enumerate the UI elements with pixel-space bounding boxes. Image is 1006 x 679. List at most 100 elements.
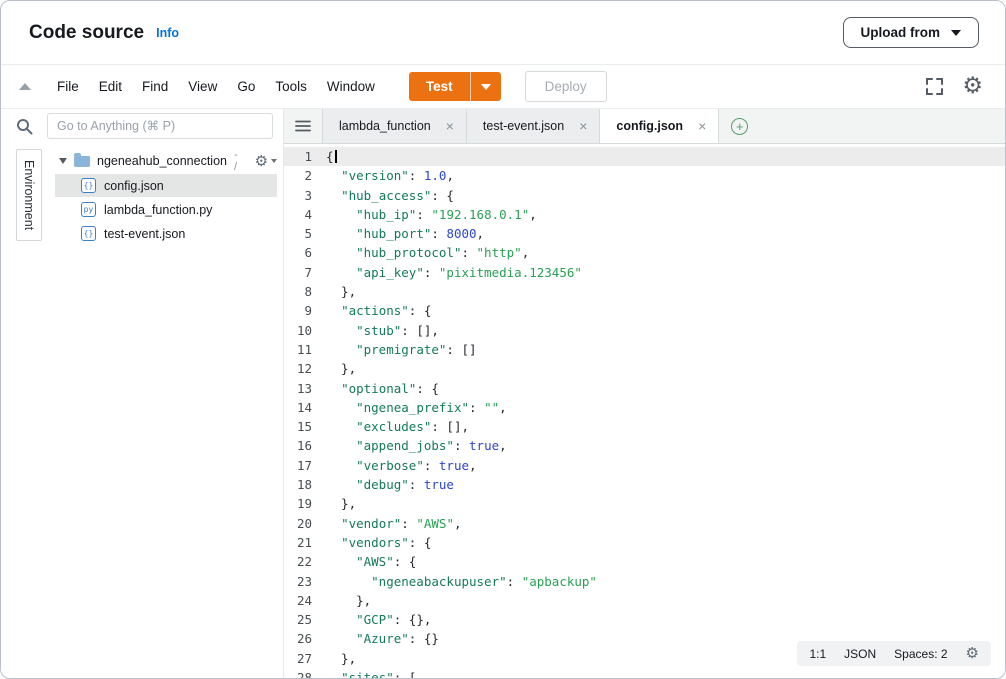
code-text: "excludes": [], [326, 417, 469, 436]
goto-anything-input[interactable] [47, 113, 273, 139]
code-line-11[interactable]: 11 "premigrate": [] [284, 340, 1005, 359]
code-line-2[interactable]: 2 "version": 1.0, [284, 166, 1005, 185]
tree-file-lambda_function.py[interactable]: pylambda_function.py [55, 198, 277, 221]
tabbar: lambda_function×test-event.json×config.j… [284, 109, 1005, 144]
menu-file[interactable]: File [47, 72, 89, 101]
gear-icon: ⚙ [255, 154, 268, 169]
editor-settings-gear-icon[interactable]: ⚙ [966, 646, 979, 661]
file-tree-list: {}config.jsonpylambda_function.py{}test-… [47, 174, 277, 245]
code-line-25[interactable]: 25 "GCP": {}, [284, 610, 1005, 629]
code-line-8[interactable]: 8 }, [284, 282, 1005, 301]
test-button[interactable]: Test [409, 72, 501, 101]
code-text: "verbose": true, [326, 456, 477, 475]
code-line-19[interactable]: 19 }, [284, 494, 1005, 513]
code-line-4[interactable]: 4 "hub_ip": "192.168.0.1", [284, 205, 1005, 224]
file-py-icon: py [81, 202, 96, 217]
tab-test-event.json[interactable]: test-event.json × [467, 109, 600, 143]
line-number: 8 [284, 282, 326, 301]
test-button-label[interactable]: Test [409, 72, 470, 101]
folder-icon [74, 156, 90, 167]
code-line-6[interactable]: 6 "hub_protocol": "http", [284, 243, 1005, 262]
editor-tabs: lambda_function×test-event.json×config.j… [322, 109, 719, 143]
settings-gear-icon[interactable]: ⚙ [962, 75, 983, 98]
code-text: "hub_access": { [326, 186, 454, 205]
tree-file-test-event.json[interactable]: {}test-event.json [55, 222, 277, 245]
menu-edit[interactable]: Edit [89, 72, 132, 101]
fullscreen-icon[interactable] [925, 77, 944, 96]
chevron-down-icon[interactable] [59, 158, 67, 164]
line-number: 3 [284, 186, 326, 205]
tree-folder-row[interactable]: ngeneahub_connection - / ⚙ [47, 149, 277, 173]
menubar: FileEditFindViewGoToolsWindow Test Deplo… [1, 65, 1005, 109]
code-line-13[interactable]: 13 "optional": { [284, 379, 1005, 398]
collapse-editor-icon[interactable] [19, 83, 31, 90]
cursor-position[interactable]: 1:1 [809, 647, 826, 661]
code-text: "vendor": "AWS", [326, 514, 462, 533]
code-line-23[interactable]: 23 "ngeneabackupuser": "apbackup" [284, 572, 1005, 591]
test-dropdown-button[interactable] [470, 72, 501, 101]
code-line-20[interactable]: 20 "vendor": "AWS", [284, 514, 1005, 533]
chevron-down-icon [951, 30, 961, 36]
folder-settings-button[interactable]: ⚙ [255, 154, 277, 169]
tab-list-icon[interactable] [284, 109, 322, 143]
menu-window[interactable]: Window [317, 72, 385, 101]
code-text: { [326, 147, 337, 166]
code-line-17[interactable]: 17 "verbose": true, [284, 456, 1005, 475]
code-line-3[interactable]: 3 "hub_access": { [284, 186, 1005, 205]
code-editor[interactable]: 1{2 "version": 1.0,3 "hub_access": {4 "h… [284, 144, 1005, 678]
close-tab-icon[interactable]: × [446, 118, 454, 134]
file-name: config.json [104, 179, 164, 193]
menu-go[interactable]: Go [227, 72, 265, 101]
line-number: 11 [284, 340, 326, 359]
close-tab-icon[interactable]: × [579, 118, 587, 134]
tab-lambda_function[interactable]: lambda_function× [322, 109, 467, 143]
line-number: 26 [284, 629, 326, 648]
indentation-setting[interactable]: Spaces: 2 [894, 647, 947, 661]
code-line-28[interactable]: 28 "sites": [ [284, 668, 1005, 678]
close-tab-icon[interactable]: × [698, 118, 706, 134]
code-text: }, [326, 494, 356, 513]
new-tab-icon[interactable]: + [731, 118, 748, 135]
code-line-15[interactable]: 15 "excludes": [], [284, 417, 1005, 436]
code-lines: 1{2 "version": 1.0,3 "hub_access": {4 "h… [284, 147, 1005, 678]
menu-view[interactable]: View [178, 72, 227, 101]
menu-tools[interactable]: Tools [265, 72, 317, 101]
upload-from-button[interactable]: Upload from [843, 17, 980, 48]
search-icon[interactable] [1, 118, 47, 135]
tab-config.json[interactable]: config.json× [600, 109, 719, 143]
line-number: 6 [284, 243, 326, 262]
folder-path: - / [234, 149, 238, 173]
language-mode[interactable]: JSON [844, 647, 876, 661]
code-text: "hub_ip": "192.168.0.1", [326, 205, 537, 224]
menu-find[interactable]: Find [132, 72, 178, 101]
code-line-9[interactable]: 9 "actions": { [284, 301, 1005, 320]
code-line-10[interactable]: 10 "stub": [], [284, 321, 1005, 340]
sidebar-body: Environment ngeneahub_connection - / ⚙ {… [1, 143, 283, 678]
code-text: "GCP": {}, [326, 610, 431, 629]
code-text: }, [326, 591, 371, 610]
line-number: 16 [284, 436, 326, 455]
code-line-14[interactable]: 14 "ngenea_prefix": "", [284, 398, 1005, 417]
code-text: "hub_protocol": "http", [326, 243, 529, 262]
code-line-12[interactable]: 12 }, [284, 359, 1005, 378]
line-number: 27 [284, 649, 326, 668]
code-line-22[interactable]: 22 "AWS": { [284, 552, 1005, 571]
code-line-1[interactable]: 1{ [284, 147, 1005, 166]
line-number: 22 [284, 552, 326, 571]
environment-tab[interactable]: Environment [16, 149, 42, 241]
code-line-7[interactable]: 7 "api_key": "pixitmedia.123456" [284, 263, 1005, 282]
line-number: 15 [284, 417, 326, 436]
code-text: "ngeneabackupuser": "apbackup" [326, 572, 597, 591]
info-link[interactable]: Info [156, 26, 179, 40]
code-line-24[interactable]: 24 }, [284, 591, 1005, 610]
tree-file-config.json[interactable]: {}config.json [55, 174, 277, 197]
code-line-5[interactable]: 5 "hub_port": 8000, [284, 224, 1005, 243]
deploy-button[interactable]: Deploy [525, 71, 607, 102]
tab-label: test-event.json [483, 119, 564, 133]
code-line-18[interactable]: 18 "debug": true [284, 475, 1005, 494]
file-json-icon: {} [81, 226, 96, 241]
line-number: 17 [284, 456, 326, 475]
upload-from-label: Upload from [861, 25, 941, 40]
code-line-21[interactable]: 21 "vendors": { [284, 533, 1005, 552]
code-line-16[interactable]: 16 "append_jobs": true, [284, 436, 1005, 455]
